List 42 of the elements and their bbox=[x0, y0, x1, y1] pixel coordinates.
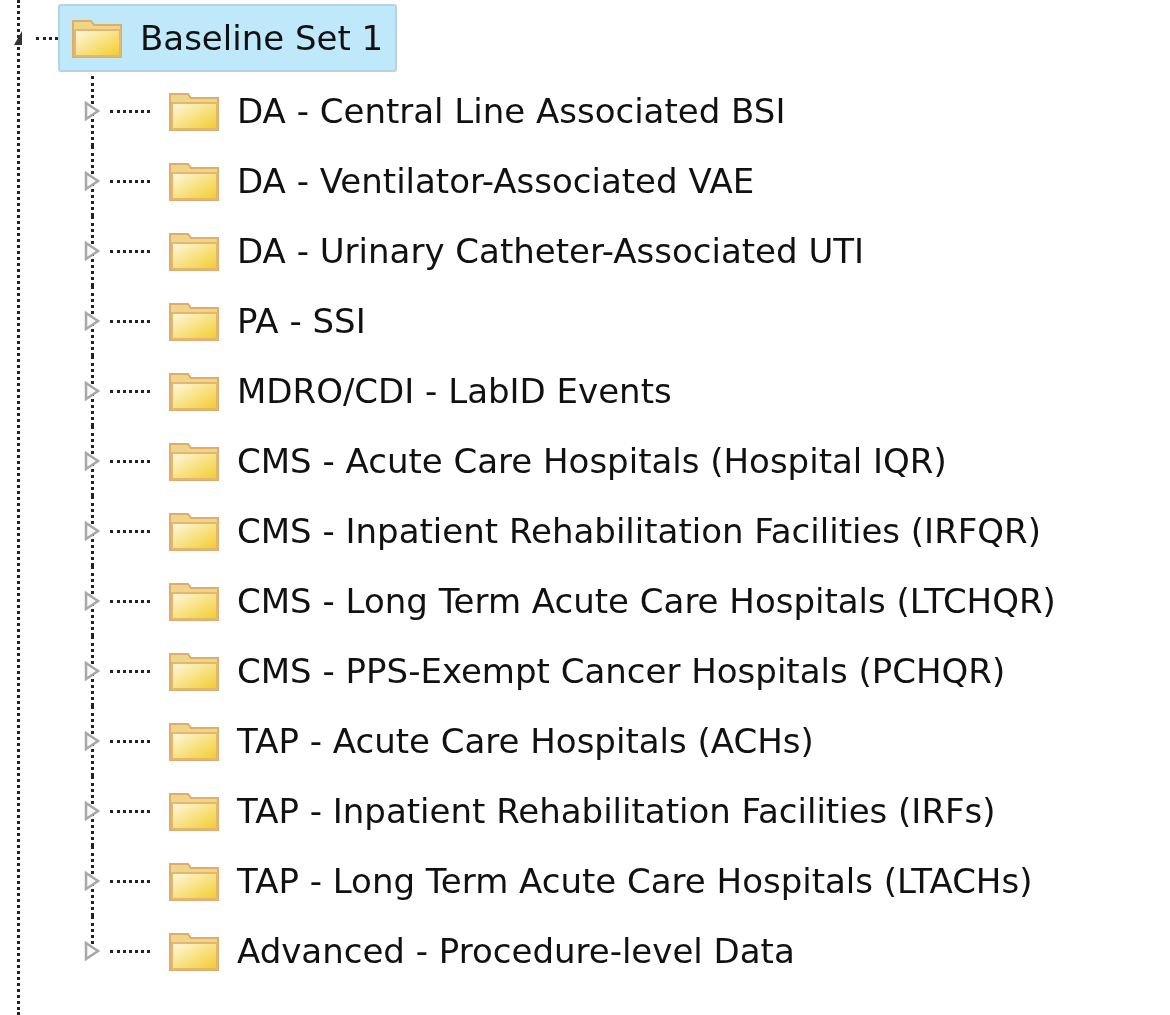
folder-icon bbox=[169, 721, 219, 761]
expand-icon[interactable] bbox=[84, 451, 100, 471]
expand-icon[interactable] bbox=[84, 521, 100, 541]
expand-icon[interactable] bbox=[84, 381, 100, 401]
tree-item[interactable]: TAP - Inpatient Rehabilitation Facilities (IRFs) bbox=[155, 777, 1010, 845]
expand-icon[interactable] bbox=[84, 731, 100, 751]
tree-item[interactable]: TAP - Long Term Acute Care Hospitals (LTACHs) bbox=[155, 847, 1047, 915]
folder-icon bbox=[169, 441, 219, 481]
expand-icon[interactable] bbox=[84, 871, 100, 891]
tree-item[interactable]: CMS - Inpatient Rehabilitation Facilities (IRFQR) bbox=[155, 497, 1055, 565]
folder-icon bbox=[169, 651, 219, 691]
tree-item[interactable]: MDRO/CDI - LabID Events bbox=[155, 357, 686, 425]
tree-item[interactable]: CMS - Long Term Acute Care Hospitals (LTCHQR) bbox=[155, 567, 1070, 635]
expanded-icon[interactable] bbox=[13, 30, 23, 46]
folder-icon bbox=[169, 861, 219, 901]
tree-item[interactable]: PA - SSI bbox=[155, 287, 380, 355]
folder-icon bbox=[169, 511, 219, 551]
tree-item[interactable]: DA - Central Line Associated BSI bbox=[155, 77, 800, 145]
tree-item[interactable]: TAP - Acute Care Hospitals (ACHs) bbox=[155, 707, 828, 775]
tree-item[interactable]: Advanced - Procedure-level Data bbox=[155, 917, 809, 985]
folder-icon bbox=[169, 91, 219, 131]
tree-item[interactable]: Baseline Set 1 bbox=[58, 4, 398, 72]
expand-icon[interactable] bbox=[84, 241, 100, 261]
folder-icon bbox=[169, 301, 219, 341]
tree-item[interactable]: CMS - Acute Care Hospitals (Hospital IQR) bbox=[155, 427, 961, 495]
folder-icon bbox=[169, 581, 219, 621]
expand-icon[interactable] bbox=[84, 101, 100, 121]
expand-icon[interactable] bbox=[84, 311, 100, 331]
folder-icon bbox=[169, 371, 219, 411]
tree-item[interactable]: DA - Urinary Catheter-Associated UTI bbox=[155, 217, 879, 285]
folder-icon bbox=[169, 791, 219, 831]
expand-icon[interactable] bbox=[84, 801, 100, 821]
expand-icon[interactable] bbox=[84, 661, 100, 681]
tree-item[interactable]: CMS - PPS-Exempt Cancer Hospitals (PCHQR) bbox=[155, 637, 1020, 705]
folder-icon bbox=[169, 931, 219, 971]
expand-icon[interactable] bbox=[84, 171, 100, 191]
tree-item[interactable]: DA - Ventilator-Associated VAE bbox=[155, 147, 769, 215]
expand-icon[interactable] bbox=[84, 941, 100, 961]
expand-icon[interactable] bbox=[84, 591, 100, 611]
folder-icon bbox=[72, 18, 122, 58]
folder-icon bbox=[169, 231, 219, 271]
folder-icon bbox=[169, 161, 219, 201]
